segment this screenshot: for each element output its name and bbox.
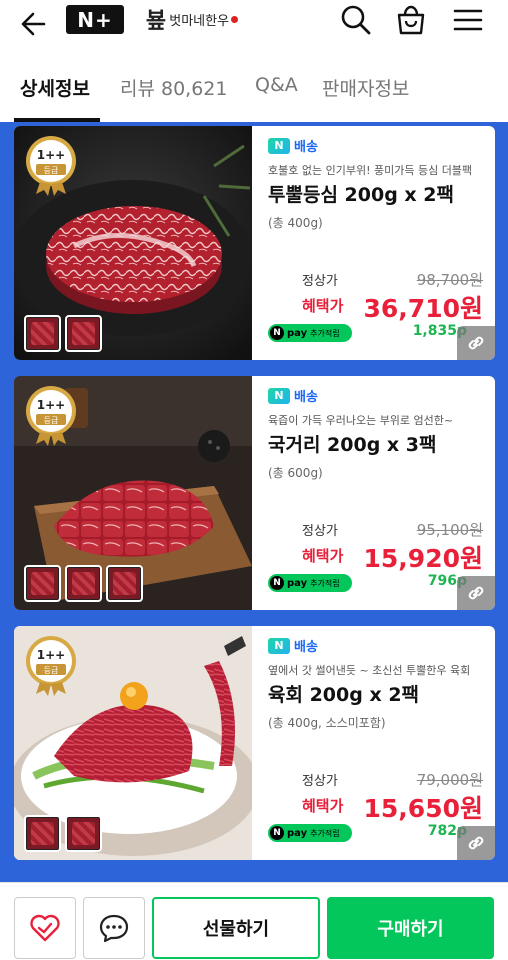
package-thumbnails (24, 315, 102, 352)
grade-top: 1++ (37, 148, 65, 162)
chat-button[interactable] (83, 897, 145, 959)
wishlist-button[interactable] (14, 897, 76, 959)
grade-badge: 1++ 등급 (24, 634, 78, 696)
npay-n-icon: N (270, 576, 284, 590)
regular-price-label: 정상가 (302, 524, 338, 539)
naver-plus-logo[interactable]: N+ (66, 5, 124, 34)
link-icon[interactable] (457, 826, 495, 860)
product-card[interactable]: 1++ 등급 N 배송 옆에서 갓 썰어낸듯 ~ 초신선 투뿔한우 육회 육회 … (14, 626, 495, 860)
grade-bottom: 등급 (44, 666, 59, 675)
product-description: 육즙이 가득 우러나오는 부위로 엄선한~ (268, 414, 454, 427)
benefit-price-label: 혜택가 (302, 547, 344, 565)
tab-qna[interactable]: Q&A (255, 74, 298, 96)
regular-price: 98,700원 (416, 271, 483, 289)
grade-top: 1++ (37, 648, 65, 662)
product-info: N 배송 옆에서 갓 썰어낸듯 ~ 초신선 투뿔한우 육회 육회 200g x … (266, 626, 495, 860)
package-thumb (24, 315, 61, 352)
tab-seller-info[interactable]: 판매자정보 (322, 74, 409, 101)
gift-button[interactable]: 선물하기 (152, 897, 320, 959)
detail-tabs: 상세정보 리뷰 80,621 Q&A 판매자정보 (0, 52, 508, 122)
product-description: 옆에서 갓 썰어낸듯 ~ 초신선 투뿔한우 육회 (268, 664, 471, 677)
package-thumbnails (24, 815, 102, 852)
product-name: 투뿔등심 200g x 2팩 (268, 184, 454, 206)
brand-mark: 뵾 (146, 8, 167, 34)
grade-badge: 1++ 등급 (24, 384, 78, 446)
package-thumb (65, 815, 102, 852)
naver-n-icon: N (268, 637, 290, 654)
benefit-price: 15,920원 (363, 544, 483, 573)
grade-bottom: 등급 (44, 416, 59, 425)
product-list-banner: 1++ 등급 N 배송 호불호 없는 인기부위! 풍미가득 등심 더블팩 투뿔등… (0, 122, 508, 882)
product-amount: (총 400g) (268, 216, 323, 230)
naver-shipping-label: N 배송 (268, 636, 318, 655)
menu-icon[interactable] (450, 2, 486, 38)
package-thumb (24, 815, 61, 852)
brand-logo[interactable]: 뵾 벗마네한우 (146, 5, 239, 34)
package-thumb (65, 565, 102, 602)
benefit-price-label: 혜택가 (302, 297, 344, 315)
link-icon[interactable] (457, 576, 495, 610)
product-name: 육회 200g x 2팩 (268, 684, 420, 706)
product-card[interactable]: 1++ 등급 N 배송 육즙이 가득 우러나오는 부위로 엄선한~ 국거리 20… (14, 376, 495, 610)
package-thumb (24, 565, 61, 602)
tab-detail-info[interactable]: 상세정보 (20, 74, 90, 101)
regular-price-label: 정상가 (302, 774, 338, 789)
bottom-action-bar: 선물하기 구매하기 (0, 882, 508, 960)
package-thumb (106, 565, 143, 602)
regular-price: 95,100원 (416, 521, 483, 539)
package-thumb (65, 315, 102, 352)
buy-button[interactable]: 구매하기 (327, 897, 494, 959)
benefit-price-label: 혜택가 (302, 797, 344, 815)
back-arrow-icon[interactable] (18, 6, 54, 42)
heart-check-icon (30, 914, 60, 942)
naver-shipping-label: N 배송 (268, 386, 318, 405)
grade-top: 1++ (37, 398, 65, 412)
npay-badge: N pay 추가적립 (268, 324, 352, 342)
search-icon[interactable] (338, 2, 374, 38)
product-amount: (총 400g, 소스미포함) (268, 716, 386, 730)
npay-badge: N pay 추가적립 (268, 574, 352, 592)
product-info: N 배송 육즙이 가득 우러나오는 부위로 엄선한~ 국거리 200g x 3팩… (266, 376, 495, 610)
product-info: N 배송 호불호 없는 인기부위! 풍미가득 등심 더블팩 투뿔등심 200g … (266, 126, 495, 360)
benefit-price: 36,710원 (363, 294, 483, 323)
naver-n-icon: N (268, 137, 290, 154)
benefit-price: 15,650원 (363, 794, 483, 823)
grade-badge: 1++ 등급 (24, 134, 78, 196)
chat-bubble-icon (99, 914, 129, 943)
product-card[interactable]: 1++ 등급 N 배송 호불호 없는 인기부위! 풍미가득 등심 더블팩 투뿔등… (14, 126, 495, 360)
npay-badge: N pay 추가적립 (268, 824, 352, 842)
brand-seal-icon (231, 15, 239, 23)
product-name: 국거리 200g x 3팩 (268, 434, 437, 456)
npay-n-icon: N (270, 826, 284, 840)
link-icon[interactable] (457, 326, 495, 360)
product-amount: (총 600g) (268, 466, 323, 480)
brand-name: 벗마네한우 (169, 13, 230, 29)
product-description: 호불호 없는 인기부위! 풍미가득 등심 더블팩 (268, 164, 473, 177)
top-bar: N+ 뵾 벗마네한우 (0, 0, 508, 52)
tab-reviews[interactable]: 리뷰 80,621 (120, 74, 227, 101)
naver-n-icon: N (268, 387, 290, 404)
package-thumbnails (24, 565, 143, 602)
regular-price-label: 정상가 (302, 274, 338, 289)
grade-bottom: 등급 (44, 166, 59, 175)
shopping-bag-icon[interactable] (393, 2, 429, 38)
naver-shipping-label: N 배송 (268, 136, 318, 155)
regular-price: 79,000원 (416, 771, 483, 789)
npay-n-icon: N (270, 326, 284, 340)
